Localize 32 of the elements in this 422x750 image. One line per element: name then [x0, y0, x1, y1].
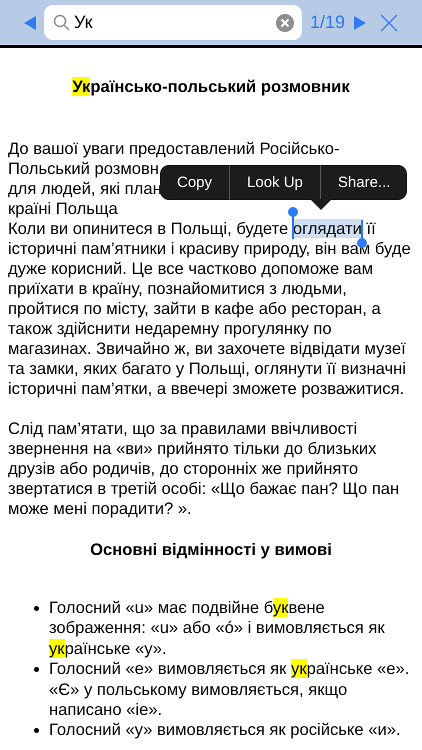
text-line: історичні пам’ятники і красиву природу, він вам буде [8, 239, 411, 259]
text-line: магазинах. Звичайно ж, ви захочете відвідати музеї [8, 339, 406, 359]
text-line: приїхати в країну, познайомитися з людьми, [8, 279, 347, 299]
search-icon [53, 14, 70, 31]
text-line: історичні пам’ятки, а ввечері зможете розважитися. [8, 379, 404, 399]
search-match: ук [49, 638, 65, 658]
text-line: друзів або родичів, до сторонніх же прийнято [8, 459, 358, 479]
text-line: та замки, яких багато у Польщі, оглянути її визначні [8, 359, 406, 379]
text-line: Коли ви опинитеся в Польщі, будете оглядати її [8, 219, 376, 239]
text-line: Польський розмовн [8, 159, 159, 179]
bullet-icon [34, 728, 39, 734]
search-match: ук [291, 659, 307, 678]
text-line: звертатися в третій особі: «Що бажає пан? Що пан [8, 479, 400, 499]
text-line: може мені порадити? ». [8, 499, 192, 519]
menu-item[interactable]: Copy [160, 165, 230, 200]
bullet-icon [34, 667, 39, 672]
clear-icon[interactable] [276, 14, 294, 32]
right-triangle-icon [354, 16, 366, 30]
text-line: звернення на «ви» прийнято тільки до близьких [8, 439, 376, 459]
text-line: До вашої уваги предоставлений Російсько- [8, 139, 340, 159]
text-line: пройтися по місту, зайти в кафе або ресторан, а [8, 299, 381, 319]
close-icon [380, 14, 398, 32]
text-line: дуже корисний. Це все частково допоможе вам [8, 259, 374, 279]
bullet-icon [34, 606, 39, 611]
search-field[interactable]: Ук [44, 5, 302, 40]
left-triangle-icon [24, 16, 36, 30]
list-item-text: Голосний «у» вимовляється як російське «и». [49, 720, 402, 741]
section-heading: Основні відмінності у вимові [89, 540, 333, 560]
text-line: країні Польща [8, 199, 118, 219]
text-line: також здійснити недаремну прогулянку по [8, 319, 332, 339]
match-counter: 1/19 [310, 12, 346, 33]
text-line: Слід пам’ятати, що за правилами ввічливості [8, 419, 358, 439]
